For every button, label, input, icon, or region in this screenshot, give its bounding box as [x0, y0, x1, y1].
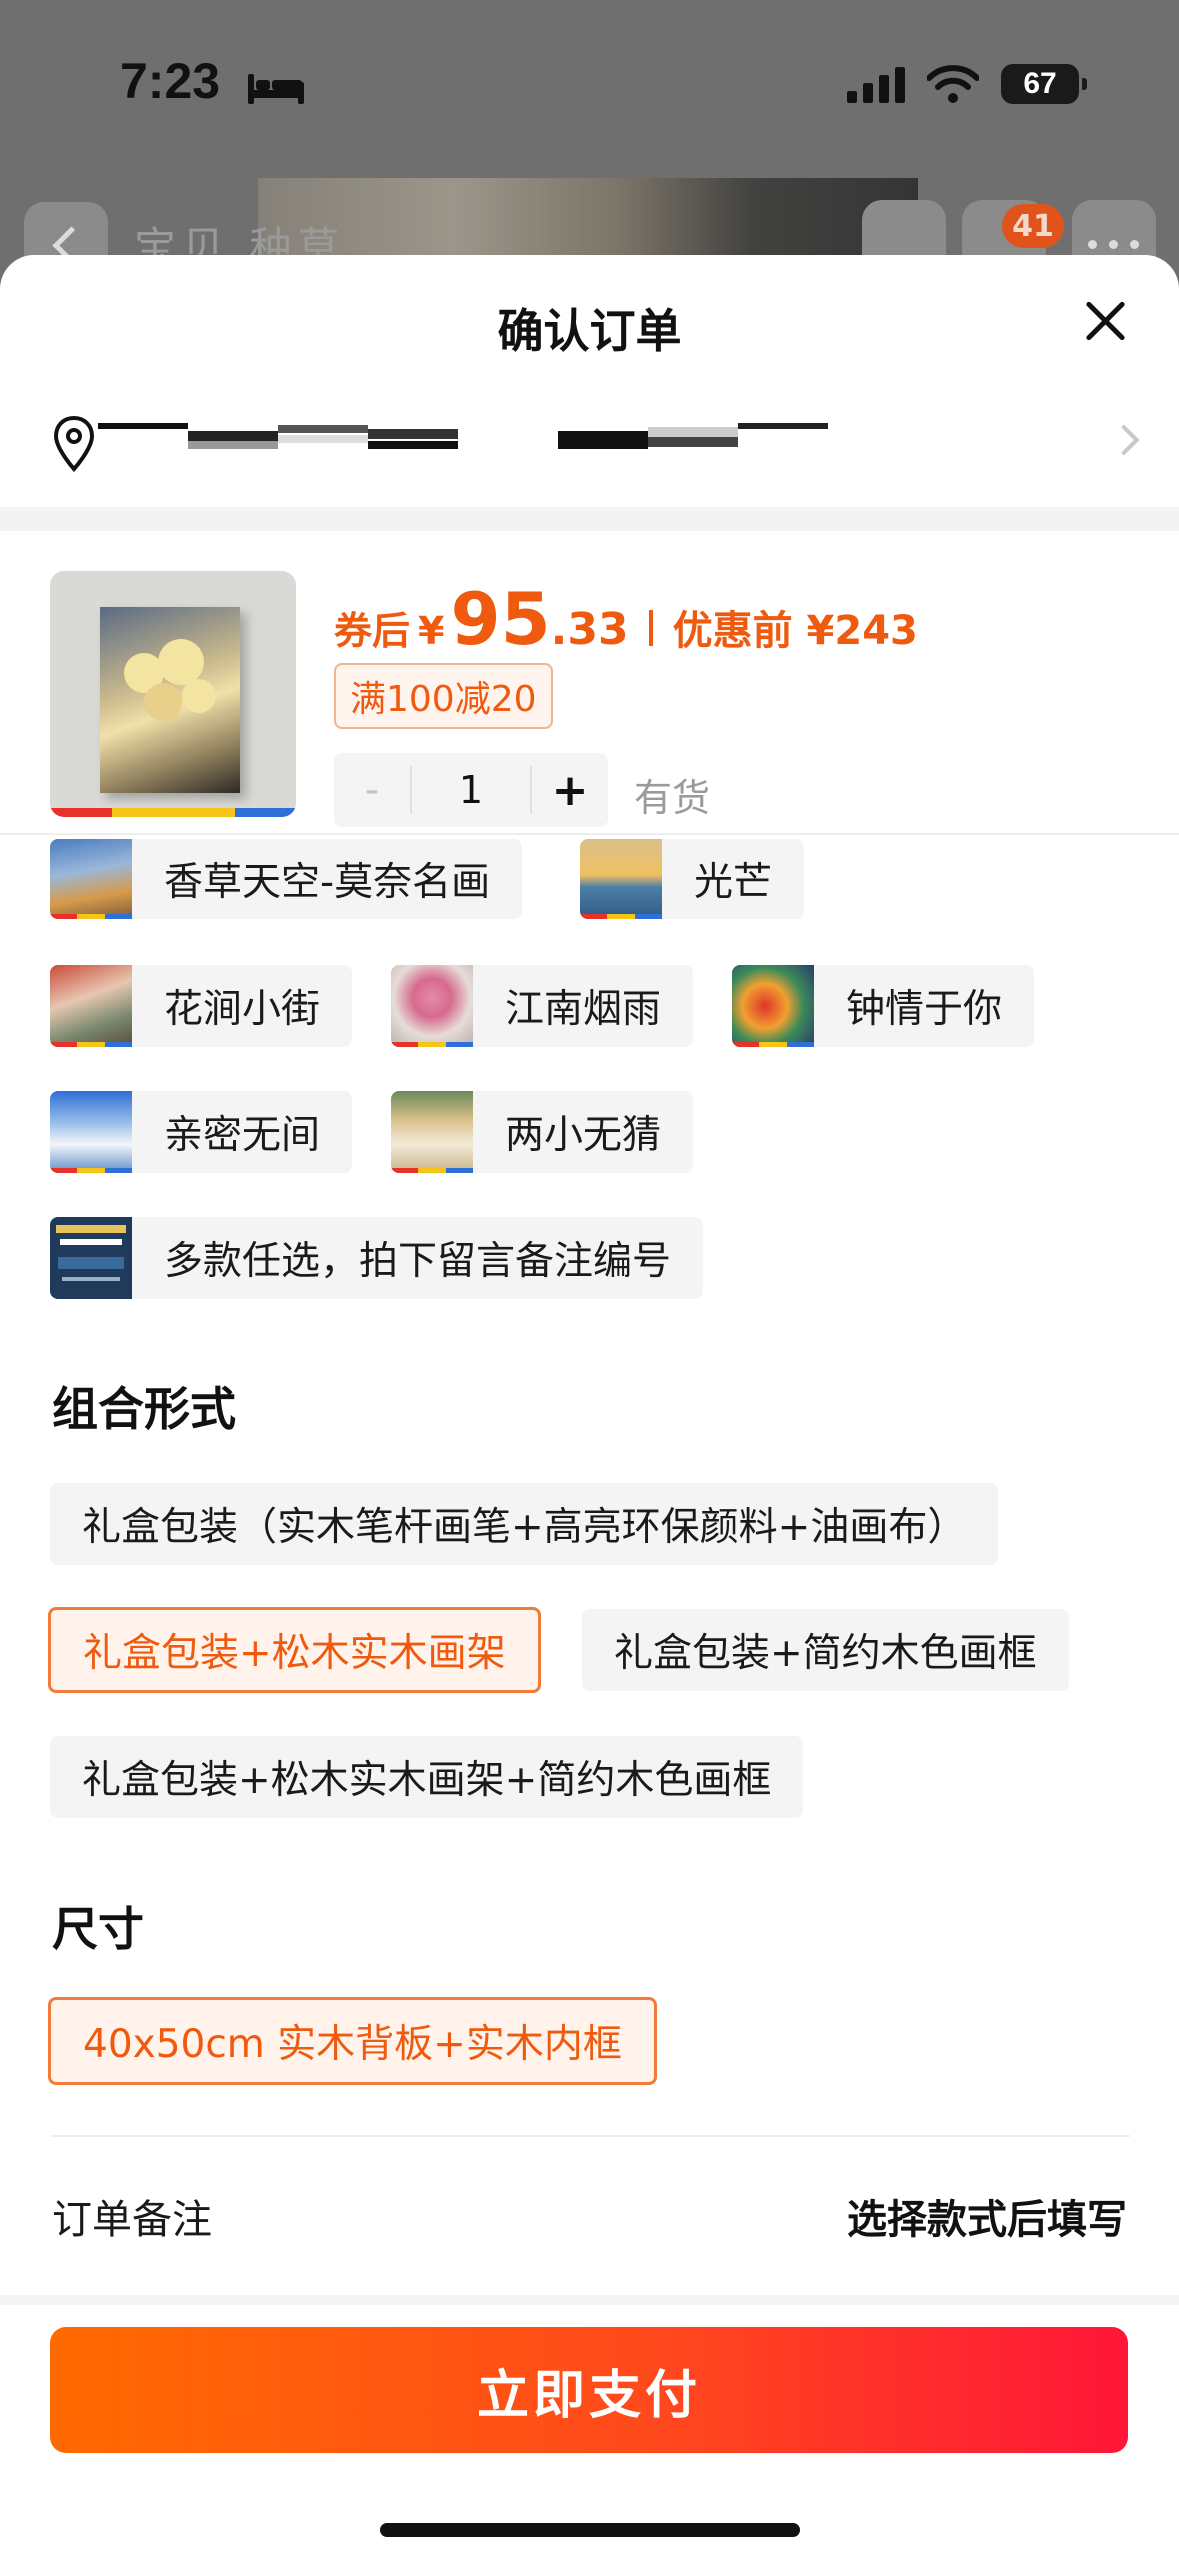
increase-button[interactable]: + [532, 765, 608, 816]
combo-section-title: 组合形式 [52, 1382, 236, 1436]
product-thumbnail[interactable] [50, 571, 296, 817]
address-row[interactable] [0, 385, 1179, 525]
style-thumb [50, 1217, 132, 1299]
confirm-order-sheet: 确认订单 券后 ¥ 95 .33 优惠前 ¥243 满100减20 - 1 + … [0, 255, 1179, 2556]
quantity-value[interactable]: 1 [410, 766, 532, 814]
style-option[interactable]: 两小无猜 [391, 1091, 694, 1173]
style-option[interactable]: 亲密无间 [50, 1091, 353, 1173]
quantity-stepper: - 1 + [334, 753, 608, 827]
style-label: 两小无猜 [505, 1113, 662, 1158]
price-decimal: .33 [550, 604, 629, 655]
divider [50, 2135, 1130, 2137]
style-label: 亲密无间 [164, 1113, 321, 1158]
order-note-label: 订单备注 [52, 2197, 212, 2243]
home-indicator [380, 2523, 800, 2537]
style-thumb [50, 839, 132, 919]
section-gap [0, 507, 1179, 531]
style-label: 光芒 [694, 860, 773, 905]
style-thumb [732, 965, 814, 1047]
price-integer: 95 [450, 577, 551, 661]
coupon-badge: 满100减20 [334, 663, 553, 729]
price-separator [648, 610, 653, 646]
chevron-right-icon [1108, 424, 1140, 456]
pay-now-button[interactable]: 立即支付 [50, 2327, 1128, 2453]
location-pin-icon [53, 415, 95, 472]
price-row: 券后 ¥ 95 .33 优惠前 ¥243 [334, 577, 918, 661]
cellular-signal-icon [847, 65, 905, 103]
price-prefix: 券后 [334, 609, 411, 653]
status-indicators: 67 [847, 64, 1087, 104]
style-option[interactable]: 多款任选，拍下留言备注编号 [50, 1217, 704, 1299]
combo-option-selected[interactable]: 礼盒包装+松木实木画架 [48, 1607, 541, 1693]
style-label: 江南烟雨 [505, 987, 662, 1032]
size-section-title: 尺寸 [52, 1902, 144, 1956]
style-label: 多款任选，拍下留言备注编号 [164, 1239, 672, 1284]
style-label: 钟情于你 [846, 987, 1003, 1032]
style-option[interactable]: 香草天空-莫奈名画 [50, 839, 523, 919]
style-option[interactable]: 江南烟雨 [391, 965, 694, 1047]
combo-option[interactable]: 礼盒包装+简约木色画框 [582, 1609, 1069, 1691]
cart-count-badge: 41 [1002, 204, 1064, 248]
address-redacted [98, 423, 828, 449]
close-icon[interactable] [1075, 291, 1135, 351]
combo-option[interactable]: 礼盒包装（实木笔杆画笔+高亮环保颜料+油画布） [50, 1483, 999, 1565]
currency-symbol: ¥ [418, 609, 445, 653]
stock-status: 有货 [634, 776, 711, 820]
style-thumb [391, 965, 473, 1047]
sheet-title: 确认订单 [497, 304, 682, 358]
style-thumb [50, 965, 132, 1047]
style-option[interactable]: 花涧小街 [50, 965, 353, 1047]
style-option[interactable]: 钟情于你 [732, 965, 1035, 1047]
battery-icon: 67 [1001, 64, 1087, 104]
style-thumb [50, 1091, 132, 1173]
style-option[interactable]: 光芒 [580, 839, 805, 919]
wifi-icon [927, 65, 979, 103]
product-card: 券后 ¥ 95 .33 优惠前 ¥243 满100减20 - 1 + 有货 [0, 531, 1179, 831]
size-option-selected[interactable]: 40x50cm 实木背板+实木内框 [48, 1997, 657, 2085]
style-label: 香草天空-莫奈名画 [164, 860, 491, 905]
sleep-focus-icon [248, 74, 304, 104]
footer-gap [0, 2295, 1179, 2305]
style-thumb [580, 839, 662, 919]
combo-option[interactable]: 礼盒包装+松木实木画架+简约木色画框 [50, 1736, 804, 1818]
order-note-hint[interactable]: 选择款式后填写 [847, 2187, 1127, 2245]
decrease-button[interactable]: - [334, 767, 410, 813]
style-thumb [391, 1091, 473, 1173]
original-price: 优惠前 ¥243 [672, 608, 918, 654]
divider [0, 833, 1179, 835]
style-label: 花涧小街 [164, 987, 321, 1032]
status-time: 7:23 [120, 53, 221, 109]
